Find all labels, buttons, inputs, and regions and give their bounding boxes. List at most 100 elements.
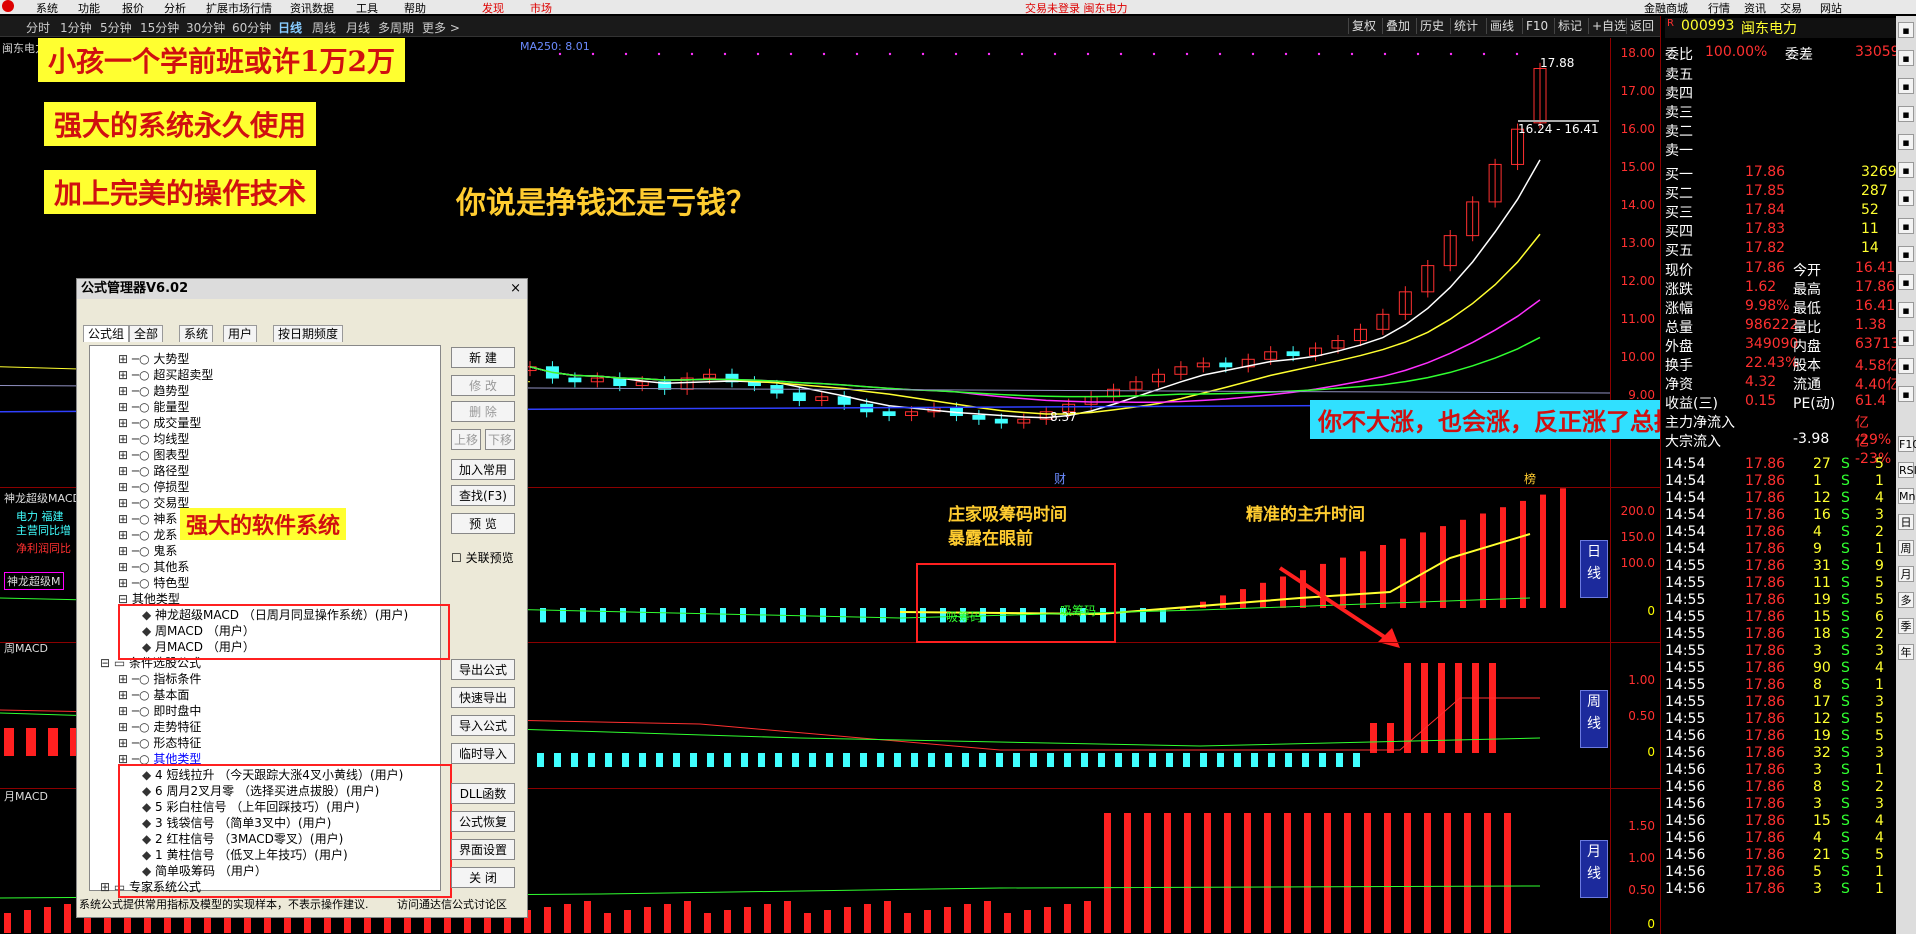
tree-item[interactable]: ⊞ ─○ 鬼系 [118,542,177,559]
tool-icon[interactable]: ▪ [1898,134,1914,150]
tool-icon[interactable]: ▪ [1898,246,1914,262]
dialog-button[interactable]: 加入常用 [451,459,515,480]
period-tab[interactable]: 30分钟 [186,19,225,36]
menu-extended[interactable]: 扩展市场行情 [206,0,272,16]
dialog-button[interactable]: 修 改 [451,375,515,396]
menu-analysis[interactable]: 分析 [164,0,186,16]
tool-icon[interactable]: ▪ [1898,22,1914,38]
side-tool-icon[interactable]: 日 [1898,514,1914,530]
dialog-button[interactable]: 界面设置 [451,839,515,860]
period-tab[interactable]: 更多 > [422,19,460,36]
side-tool-icon[interactable]: 多 [1898,592,1914,608]
close-icon[interactable]: × [510,281,521,296]
tab-all[interactable]: 全部 [129,325,164,342]
dialog-button[interactable]: 新 建 [451,347,515,368]
dialog-button[interactable]: 查找(F3) [451,485,515,506]
dialog-button[interactable]: 导出公式 [451,659,515,680]
side-tool-icon[interactable]: 月 [1898,566,1914,582]
tree-item[interactable]: ⊞ ─○ 基本面 [118,686,189,703]
menu-quote[interactable]: 报价 [122,0,144,16]
period-tab[interactable]: 15分钟 [140,19,179,36]
mark-button[interactable]: 标记 [1554,18,1585,34]
dialog-button[interactable]: 导入公式 [451,715,515,736]
menu-info[interactable]: 资讯数据 [290,0,334,16]
tool-icon[interactable]: ▪ [1898,358,1914,374]
linked-preview-checkbox[interactable]: ☐ 关联预览 [451,549,514,566]
period-tab-daily[interactable]: 日线 [278,19,302,36]
tree-item[interactable]: ⊞ ─○ 交易型 [118,494,189,511]
tool-icon[interactable]: ▪ [1898,190,1914,206]
dialog-button[interactable]: 上移 [451,429,481,450]
side-tool-icon[interactable]: 季 [1898,618,1914,634]
period-tab[interactable]: 5分钟 [100,19,132,36]
tree-item[interactable]: ⊞ ─○ 其他系 [118,558,189,575]
tool-icon[interactable]: ▪ [1898,302,1914,318]
tool-icon[interactable]: ▪ [1898,330,1914,346]
dialog-button[interactable]: 删 除 [451,401,515,422]
side-tool-icon[interactable]: 年 [1898,644,1914,660]
menu-help[interactable]: 帮助 [404,0,426,16]
stats-button[interactable]: 统计 [1450,18,1481,34]
dialog-button[interactable]: 下移 [485,429,515,450]
side-tool-icon[interactable]: RSI [1898,462,1916,478]
menu-trade[interactable]: 交易 [1780,0,1802,16]
menu-function[interactable]: 功能 [78,0,100,16]
menu-mall[interactable]: 金融商城 [1644,0,1688,16]
period-tab[interactable]: 分时 [26,19,50,36]
formula-tree[interactable]: ⊞ ─○ 大势型 ⊞ ─○ 超买超卖型 ⊞ ─○ 趋势型 ⊞ ─○ 能量型 ⊞ ─○ 成… [89,345,452,898]
period-tab[interactable]: 60分钟 [232,19,271,36]
history-button[interactable]: 历史 [1416,18,1447,34]
dialog-button[interactable]: 公式恢复 [451,811,515,832]
side-tool-icon[interactable]: Mn [1898,488,1915,504]
period-tab[interactable]: 周线 [312,19,336,36]
dialog-button[interactable]: 临时导入 [451,743,515,764]
tab-user[interactable]: 用户 [223,325,258,342]
tree-item[interactable]: ⊞ ─○ 超买超卖型 [118,366,213,383]
tool-icon[interactable]: ▪ [1898,78,1914,94]
menu-system[interactable]: 系统 [36,0,58,16]
tree-item[interactable]: ⊞ ─○ 停损型 [118,478,189,495]
menu-web[interactable]: 网站 [1820,0,1842,16]
f10-button[interactable]: F10 [1522,18,1551,34]
tree-item[interactable]: ⊞ ─○ 成交量型 [118,414,201,431]
tab-group[interactable]: 公式组 [83,325,130,342]
tool-icon[interactable]: ▪ [1898,386,1914,402]
tool-icon[interactable]: ▪ [1898,50,1914,66]
tree-item[interactable]: ⊞ ─○ 图表型 [118,446,189,463]
rights-button[interactable]: 复权 [1348,18,1379,34]
tool-icon[interactable]: ▪ [1898,162,1914,178]
tree-item[interactable]: ⊞ ─○ 大势型 [118,350,189,367]
tree-item[interactable]: ⊞ ─○ 能量型 [118,398,189,415]
period-tab[interactable]: 月线 [346,19,370,36]
tree-item[interactable]: ⊞ ─○ 形态特征 [118,734,201,751]
dialog-button[interactable]: 快速导出 [451,687,515,708]
tab-date[interactable]: 按日期频度 [273,325,344,342]
menu-hq[interactable]: 行情 [1708,0,1730,16]
tree-item[interactable]: ⊞ ─○ 指标条件 [118,670,201,687]
dialog-button[interactable]: 关 闭 [451,867,515,888]
tree-item[interactable]: ⊞ ─○ 龙系 [118,526,177,543]
watchlist-button[interactable]: +自选 [1588,18,1629,34]
tree-item[interactable]: ⊞ ─○ 特色型 [118,574,189,591]
period-tab[interactable]: 多周期 [378,19,414,36]
overlay-button[interactable]: 叠加 [1382,18,1413,34]
footer-link[interactable]: 访问通达信公式讨论区 [397,895,507,915]
tree-item[interactable]: ⊞ ─○ 路径型 [118,462,189,479]
tree-item[interactable]: ⊞ ─○ 趋势型 [118,382,189,399]
menu-market[interactable]: 市场 [530,0,552,16]
dialog-button[interactable]: 预 览 [451,513,515,534]
tree-item[interactable]: ⊞ ─○ 神系 [118,510,177,527]
back-button[interactable]: 返回 [1626,18,1657,34]
menu-tools[interactable]: 工具 [356,0,378,16]
draw-button[interactable]: 画线 [1486,18,1517,34]
side-tool-icon[interactable]: F10 [1898,436,1916,452]
menu-discover[interactable]: 发现 [482,0,504,16]
tab-system[interactable]: 系统 [179,325,214,342]
menu-news[interactable]: 资讯 [1744,0,1766,16]
period-tab[interactable]: 1分钟 [60,19,92,36]
tool-icon[interactable]: ▪ [1898,274,1914,290]
tool-icon[interactable]: ▪ [1898,218,1914,234]
tree-item[interactable]: ⊞ ─○ 均线型 [118,430,189,447]
tree-item[interactable]: ⊞ ─○ 即时盘中 [118,702,201,719]
dialog-button[interactable]: DLL函数 [451,783,515,804]
